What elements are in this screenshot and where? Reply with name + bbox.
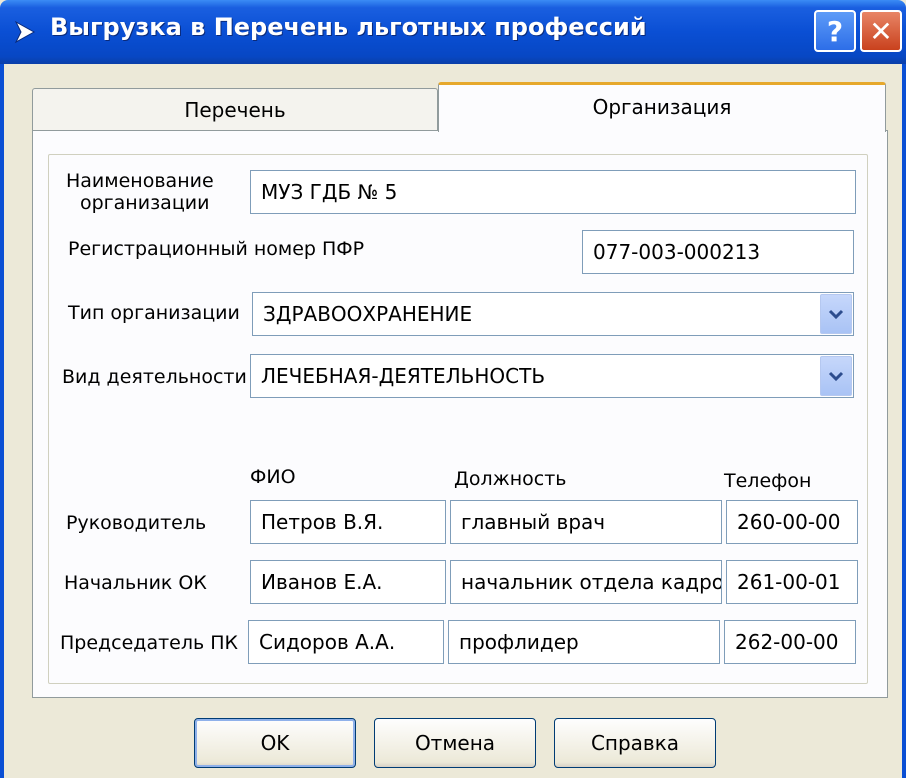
fio-field[interactable]: Петров В.Я.: [250, 500, 446, 544]
cancel-button[interactable]: Отмена: [374, 718, 536, 768]
position-field[interactable]: начальник отдела кадров: [450, 560, 722, 604]
chevron-down-icon: [828, 309, 844, 320]
org-type-label: Тип организации: [68, 302, 240, 324]
activity-dropdown-button[interactable]: [820, 356, 852, 396]
header-phone: Телефон: [724, 470, 812, 492]
activity-value: ЛЕЧЕБНАЯ-ДЕЯТЕЛЬНОСТЬ: [261, 364, 546, 388]
help-title-button[interactable]: ?: [814, 10, 856, 52]
position-field[interactable]: главный врач: [450, 500, 722, 544]
org-name-label-line2: организации: [80, 192, 210, 214]
activity-select[interactable]: ЛЕЧЕБНАЯ-ДЕЯТЕЛЬНОСТЬ: [250, 354, 854, 398]
phone-field[interactable]: 262-00-00: [724, 620, 856, 664]
header-position: Должность: [454, 468, 567, 490]
fio-field[interactable]: Иванов Е.А.: [250, 560, 446, 604]
close-button[interactable]: ✕: [860, 10, 902, 52]
window-title: Выгрузка в Перечень льготных профессий: [50, 13, 647, 41]
title-bar: Выгрузка в Перечень льготных профессий ?…: [0, 0, 906, 64]
activity-label: Вид деятельности: [62, 366, 247, 388]
help-button[interactable]: Справка: [554, 718, 716, 768]
arrow-icon: [14, 20, 36, 44]
tab-organization[interactable]: Организация: [438, 82, 886, 132]
org-name-label-line1: Наименование: [66, 170, 214, 192]
org-type-dropdown-button[interactable]: [820, 294, 852, 334]
org-type-select[interactable]: ЗДРАВООХРАНЕНИЕ: [252, 292, 854, 336]
phone-field[interactable]: 261-00-01: [726, 560, 858, 604]
role-label: Руководитель: [66, 512, 207, 534]
fio-field[interactable]: Сидоров А.А.: [248, 620, 444, 664]
phone-field[interactable]: 260-00-00: [726, 500, 858, 544]
pfr-label: Регистрационный номер ПФР: [68, 238, 365, 260]
pfr-number-field[interactable]: 077-003-000213: [582, 230, 854, 274]
role-label: Начальник ОК: [64, 572, 207, 594]
header-fio: ФИО: [250, 466, 296, 488]
chevron-down-icon: [828, 371, 844, 382]
tab-list[interactable]: Перечень: [32, 88, 438, 130]
role-label: Председатель ПК: [60, 632, 239, 654]
org-type-value: ЗДРАВООХРАНЕНИЕ: [263, 302, 473, 326]
position-field[interactable]: профлидер: [448, 620, 720, 664]
org-name-field[interactable]: МУЗ ГДБ № 5: [250, 170, 856, 214]
ok-button[interactable]: OK: [194, 718, 356, 768]
